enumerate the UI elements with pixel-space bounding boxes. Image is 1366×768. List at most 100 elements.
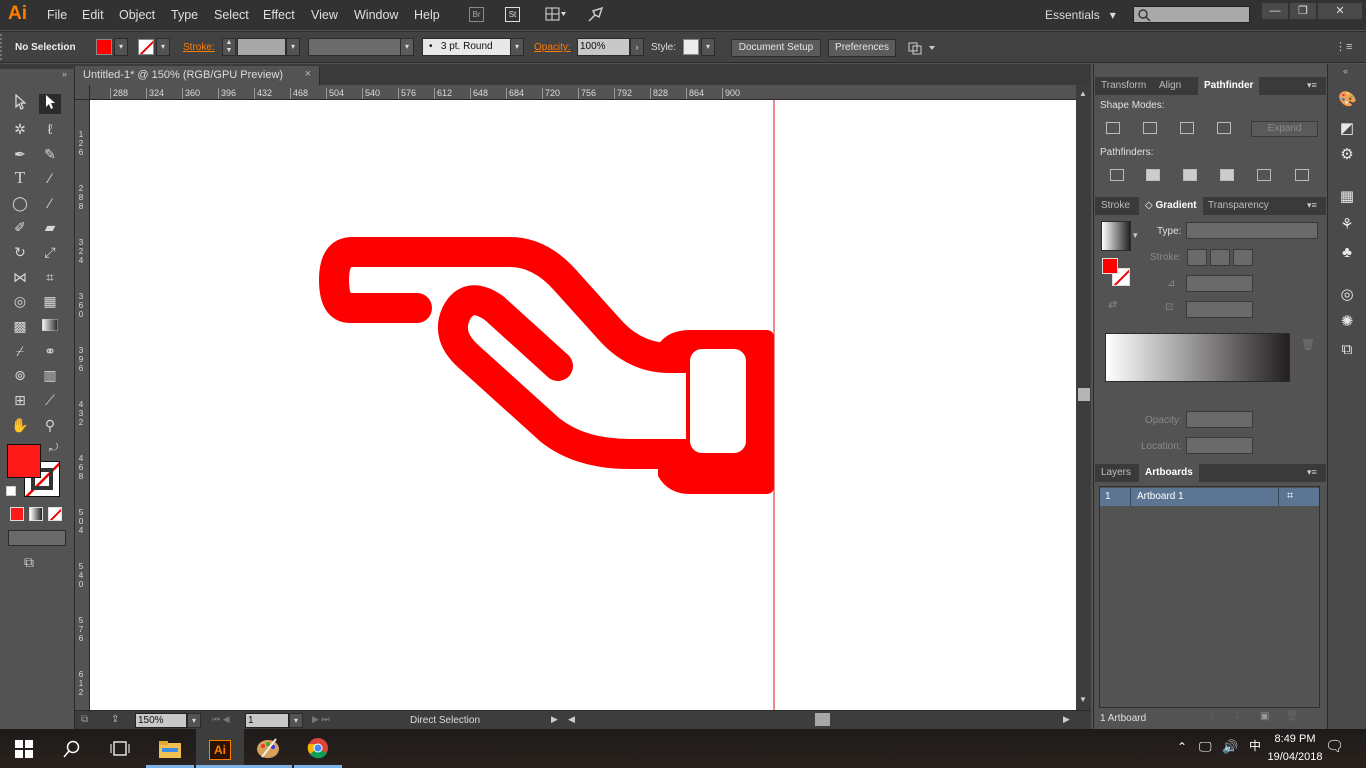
- stroke-gradient-across-icon[interactable]: [1233, 249, 1253, 266]
- pathfinder-panel-menu-icon[interactable]: ▾≡: [1307, 80, 1317, 91]
- gradient-fill-swatch[interactable]: [1102, 258, 1118, 274]
- stroke-gradient-along-icon[interactable]: [1210, 249, 1230, 266]
- default-colors-icon[interactable]: [6, 486, 16, 496]
- zoom-dropdown[interactable]: ▾: [187, 713, 201, 728]
- network-icon[interactable]: 🖵: [1199, 739, 1212, 755]
- status-menu-arrow[interactable]: ▶: [551, 714, 558, 725]
- eraser-tool-icon[interactable]: ▰: [39, 217, 61, 237]
- tab-stroke[interactable]: Stroke: [1095, 197, 1136, 215]
- action-center-icon[interactable]: 🗨: [1325, 737, 1344, 755]
- close-button[interactable]: ✕: [1318, 3, 1362, 19]
- artboard-row[interactable]: 1 Artboard 1 ⌗: [1100, 488, 1319, 506]
- artboard-canvas[interactable]: [90, 100, 1076, 710]
- variable-width-dropdown[interactable]: ▾: [400, 38, 414, 56]
- gradient-preview-swatch[interactable]: [1101, 221, 1131, 251]
- menu-file[interactable]: File: [47, 8, 67, 22]
- ellipse-tool-icon[interactable]: ◯: [9, 193, 31, 213]
- paint-app-icon[interactable]: [244, 729, 292, 768]
- trim-icon[interactable]: [1146, 169, 1160, 181]
- gradient-type-dropdown[interactable]: [1186, 222, 1318, 239]
- intersect-icon[interactable]: [1180, 122, 1194, 134]
- minus-front-icon[interactable]: [1143, 122, 1157, 134]
- symbol-sprayer-tool-icon[interactable]: ⊚: [9, 365, 31, 385]
- move-down-icon[interactable]: ⇩: [1233, 711, 1241, 722]
- asset-export-icon[interactable]: ⧉: [1338, 341, 1356, 359]
- preferences-button[interactable]: Preferences: [828, 39, 896, 57]
- arrange-documents-icon[interactable]: [545, 7, 567, 22]
- gradient-location-input[interactable]: [1186, 437, 1253, 454]
- graphic-style-swatch[interactable]: [683, 39, 699, 55]
- blend-tool-icon[interactable]: ⚭: [39, 341, 61, 361]
- delete-artboard-icon[interactable]: 🗑: [1286, 711, 1299, 722]
- menu-window[interactable]: Window: [354, 8, 398, 22]
- file-explorer-icon[interactable]: [146, 729, 194, 768]
- stroke-gradient-within-icon[interactable]: [1187, 249, 1207, 266]
- drawing-modes-icon[interactable]: [8, 530, 66, 546]
- input-language-icon[interactable]: 中: [1249, 737, 1261, 754]
- menu-type[interactable]: Type: [171, 8, 198, 22]
- stock-icon[interactable]: St: [505, 7, 520, 22]
- clock-time[interactable]: 8:49 PM: [1268, 733, 1322, 745]
- type-tool-icon[interactable]: T: [9, 168, 31, 188]
- scroll-right-arrow[interactable]: ▶: [1063, 714, 1070, 725]
- stroke-label[interactable]: Stroke:: [183, 42, 215, 53]
- slice-tool-icon[interactable]: ⟋: [39, 390, 61, 410]
- gradient-opacity-input[interactable]: [1186, 411, 1253, 428]
- tab-artboards[interactable]: Artboards: [1139, 464, 1199, 482]
- volume-icon[interactable]: 🔊: [1222, 739, 1238, 755]
- brush-dropdown[interactable]: ▾: [510, 38, 524, 56]
- menu-help[interactable]: Help: [414, 8, 440, 22]
- task-view-icon[interactable]: [96, 729, 144, 768]
- exclude-icon[interactable]: [1217, 122, 1231, 134]
- delete-stop-icon[interactable]: 🗑: [1301, 338, 1315, 351]
- zoom-input[interactable]: 150%: [135, 713, 187, 728]
- gradient-panel-menu-icon[interactable]: ▾≡: [1307, 200, 1317, 211]
- export-icon[interactable]: ⇪: [111, 714, 119, 725]
- move-up-icon[interactable]: ⇧: [1208, 711, 1216, 722]
- scale-tool-icon[interactable]: ⤢: [39, 242, 61, 262]
- brushes-icon[interactable]: ⚘: [1338, 216, 1356, 234]
- gradient-slider[interactable]: [1105, 333, 1290, 382]
- graphic-style-dropdown[interactable]: ▾: [701, 38, 715, 56]
- pen-tool-icon[interactable]: ✒: [9, 144, 31, 164]
- rotate-tool-icon[interactable]: ↻: [9, 242, 31, 262]
- shape-builder-tool-icon[interactable]: ◎: [9, 291, 31, 311]
- symbols-icon[interactable]: ♣: [1338, 244, 1356, 262]
- start-button[interactable]: [0, 729, 48, 768]
- bridge-icon[interactable]: Br: [469, 7, 484, 22]
- restore-button[interactable]: ❐: [1290, 3, 1316, 19]
- eyedropper-tool-icon[interactable]: ⌿: [9, 341, 31, 361]
- horizontal-scroll-thumb[interactable]: [815, 713, 830, 726]
- lasso-tool-icon[interactable]: ℓ: [39, 119, 61, 139]
- tab-align[interactable]: Align: [1153, 77, 1187, 95]
- hand-tool-icon[interactable]: ✋: [9, 415, 31, 435]
- first-artboard-icon[interactable]: ⏮ ◀: [212, 714, 230, 725]
- stroke-weight-input[interactable]: [237, 38, 286, 56]
- current-tool-status[interactable]: Direct Selection: [410, 715, 480, 726]
- tab-transparency[interactable]: Transparency: [1202, 197, 1275, 215]
- artboard-number-input[interactable]: 1: [245, 713, 289, 728]
- swatches-icon[interactable]: ▦: [1338, 188, 1356, 206]
- direct-selection-tool-icon[interactable]: [39, 94, 61, 114]
- artboards-panel-menu-icon[interactable]: ▾≡: [1307, 467, 1317, 478]
- perspective-grid-tool-icon[interactable]: ▦: [39, 291, 61, 311]
- appearance-icon[interactable]: ◎: [1338, 286, 1356, 304]
- line-segment-tool-icon[interactable]: ⁄: [39, 168, 61, 188]
- color-mode-icon[interactable]: [10, 507, 24, 521]
- clock-date[interactable]: 19/04/2018: [1266, 751, 1324, 763]
- paintbrush-tool-icon[interactable]: ⁄: [39, 193, 61, 213]
- divide-icon[interactable]: [1110, 169, 1124, 181]
- menu-effect[interactable]: Effect: [263, 8, 295, 22]
- screen-mode-icon[interactable]: ⧉: [24, 554, 46, 570]
- stroke-color-dropdown[interactable]: ▾: [156, 38, 170, 56]
- swap-fill-stroke-icon[interactable]: ⤾: [49, 442, 58, 455]
- illustrator-taskbar-icon[interactable]: Ai: [196, 729, 244, 768]
- artwork[interactable]: [90, 100, 1076, 710]
- vertical-scroll-thumb[interactable]: [1078, 388, 1090, 401]
- chrome-icon[interactable]: [294, 729, 342, 768]
- ruler-origin[interactable]: [75, 85, 90, 100]
- control-panel-menu-icon[interactable]: ⋮≡: [1335, 40, 1352, 53]
- artboard-row-name[interactable]: Artboard 1: [1137, 491, 1184, 502]
- gradient-aspect-input[interactable]: [1186, 301, 1253, 318]
- arrange-icon[interactable]: [907, 40, 937, 56]
